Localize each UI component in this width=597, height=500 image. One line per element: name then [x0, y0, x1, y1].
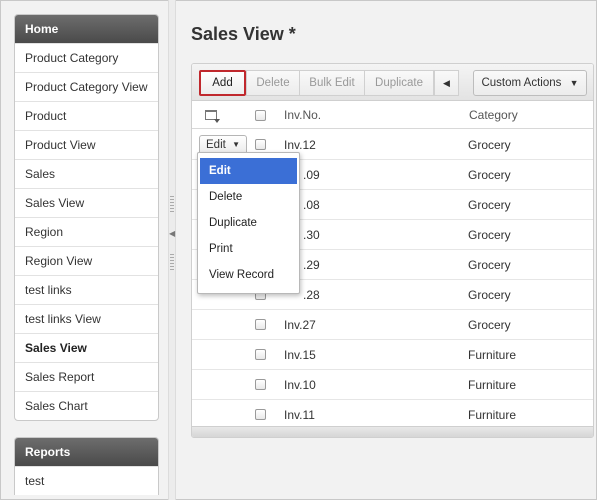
cell-invno: .09 — [303, 168, 320, 182]
menu-item-duplicate[interactable]: Duplicate — [200, 210, 297, 236]
home-panel-title: Home — [15, 15, 158, 43]
sidebar: Home Product Category Product Category V… — [14, 14, 159, 495]
table-row[interactable]: Inv.10 Furniture — [192, 370, 593, 400]
menu-item-delete[interactable]: Delete — [200, 184, 297, 210]
row-checkbox[interactable] — [255, 319, 266, 330]
reports-panel: Reports test — [14, 437, 159, 495]
cell-category: Furniture — [468, 408, 517, 422]
sidebar-item-sales-chart[interactable]: Sales Chart — [15, 391, 158, 420]
row-checkbox[interactable] — [255, 139, 266, 150]
menu-item-edit[interactable]: Edit — [200, 158, 297, 184]
cell-category: Grocery — [468, 168, 511, 182]
cell-invno: Inv.12 — [284, 138, 316, 152]
cell-category: Furniture — [468, 378, 517, 392]
collapse-sidebar-icon[interactable]: ◀ — [169, 228, 175, 240]
cell-category: Grocery — [468, 288, 511, 302]
row-checkbox[interactable] — [255, 349, 266, 360]
sidebar-item-region-view[interactable]: Region View — [15, 246, 158, 275]
toolbar-collapse-left-icon[interactable]: ◀ — [434, 70, 459, 96]
cell-category: Grocery — [468, 318, 511, 332]
table-header: Inv.No. Category — [192, 102, 593, 129]
row-edit-label: Edit — [206, 139, 226, 151]
add-button[interactable]: Add — [199, 70, 246, 96]
bulk-edit-button[interactable]: Bulk Edit — [299, 70, 365, 96]
table-row[interactable]: Inv.15 Furniture — [192, 340, 593, 370]
cell-category: Grocery — [468, 258, 511, 272]
sidebar-item-product[interactable]: Product — [15, 101, 158, 130]
duplicate-button[interactable]: Duplicate — [364, 70, 434, 96]
column-chooser-icon[interactable] — [205, 110, 220, 123]
row-checkbox[interactable] — [255, 409, 266, 420]
custom-actions-label: Custom Actions — [481, 77, 562, 89]
grid-footer — [192, 426, 593, 437]
custom-actions-button[interactable]: Custom Actions ▼ — [473, 70, 587, 96]
cell-invno: Inv.27 — [284, 318, 316, 332]
row-action-menu: Edit Delete Duplicate Print View Record — [197, 152, 300, 294]
sidebar-item-sales-view[interactable]: Sales View — [15, 188, 158, 217]
sidebar-item-test-links[interactable]: test links — [15, 275, 158, 304]
menu-item-print[interactable]: Print — [200, 236, 297, 262]
delete-button[interactable]: Delete — [246, 70, 300, 96]
sidebar-item-product-category-view[interactable]: Product Category View — [15, 72, 158, 101]
menu-item-view-record[interactable]: View Record — [200, 262, 297, 288]
cell-invno: .29 — [303, 258, 320, 272]
sidebar-item-product-category[interactable]: Product Category — [15, 43, 158, 72]
grid-toolbar: Add Delete Bulk Edit Duplicate ◀ Custom … — [192, 64, 593, 101]
sidebar-item-sales-view-active[interactable]: Sales View — [15, 333, 158, 362]
cell-invno: .30 — [303, 228, 320, 242]
sidebar-item-test[interactable]: test — [15, 466, 158, 495]
cell-category: Grocery — [468, 198, 511, 212]
row-checkbox[interactable] — [255, 379, 266, 390]
table-row[interactable]: Inv.27 Grocery — [192, 310, 593, 340]
cell-category: Grocery — [468, 138, 511, 152]
cell-invno: Inv.10 — [284, 378, 316, 392]
chevron-down-icon: ▼ — [569, 78, 579, 88]
select-all-checkbox[interactable] — [255, 110, 266, 121]
sidebar-item-sales-report[interactable]: Sales Report — [15, 362, 158, 391]
reports-panel-title: Reports — [15, 438, 158, 466]
cell-category: Grocery — [468, 228, 511, 242]
cell-invno: Inv.11 — [284, 408, 315, 422]
page-title: Sales View * — [191, 24, 296, 44]
sidebar-item-sales[interactable]: Sales — [15, 159, 158, 188]
column-header-invno[interactable]: Inv.No. — [284, 108, 321, 122]
column-header-category[interactable]: Category — [469, 108, 518, 122]
sidebar-item-test-links-view[interactable]: test links View — [15, 304, 158, 333]
cell-category: Furniture — [468, 348, 517, 362]
sidebar-item-product-view[interactable]: Product View — [15, 130, 158, 159]
sidebar-item-region[interactable]: Region — [15, 217, 158, 246]
cell-invno: .08 — [303, 198, 320, 212]
cell-invno: Inv.15 — [284, 348, 316, 362]
cell-invno: .28 — [303, 288, 320, 302]
home-panel: Home Product Category Product Category V… — [14, 14, 159, 421]
